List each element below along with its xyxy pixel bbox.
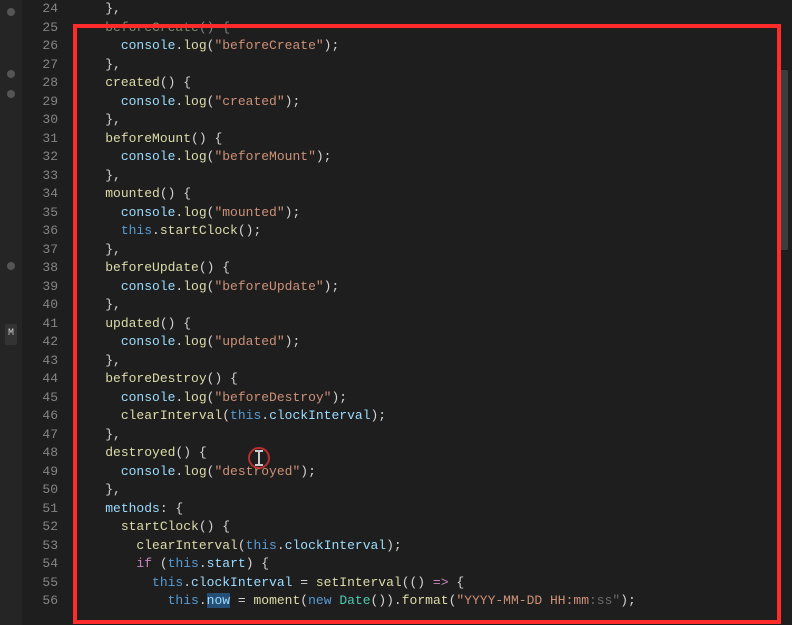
line-number: 24 xyxy=(22,0,58,19)
code-line[interactable]: console.log("beforeDestroy"); xyxy=(74,389,792,408)
code-line[interactable]: beforeUpdate() { xyxy=(74,259,792,278)
code-line[interactable]: this.startClock(); xyxy=(74,222,792,241)
line-number: 56 xyxy=(22,592,58,611)
code-line[interactable]: created() { xyxy=(74,74,792,93)
line-number: 55 xyxy=(22,574,58,593)
code-line[interactable]: console.log("updated"); xyxy=(74,333,792,352)
line-number: 36 xyxy=(22,222,58,241)
code-line[interactable]: console.log("mounted"); xyxy=(74,204,792,223)
code-line[interactable]: this.clockInterval = setInterval(() => { xyxy=(74,574,792,593)
line-number: 41 xyxy=(22,315,58,334)
line-number: 32 xyxy=(22,148,58,167)
code-line[interactable]: console.log("destroyed"); xyxy=(74,463,792,482)
line-number: 48 xyxy=(22,444,58,463)
line-number: 44 xyxy=(22,370,58,389)
line-number: 47 xyxy=(22,426,58,445)
code-line[interactable]: }, xyxy=(74,241,792,260)
line-number: 46 xyxy=(22,407,58,426)
line-number: 34 xyxy=(22,185,58,204)
line-number: 37 xyxy=(22,241,58,260)
line-number: 52 xyxy=(22,518,58,537)
code-editor[interactable]: 2425262728293031323334353637383940414243… xyxy=(22,0,792,625)
code-line[interactable]: console.log("beforeCreate"); xyxy=(74,37,792,56)
code-line[interactable]: methods: { xyxy=(74,500,792,519)
code-line[interactable]: console.log("beforeUpdate"); xyxy=(74,278,792,297)
code-line[interactable]: }, xyxy=(74,426,792,445)
code-line[interactable]: console.log("created"); xyxy=(74,93,792,112)
line-number: 35 xyxy=(22,204,58,223)
line-number: 54 xyxy=(22,555,58,574)
code-line[interactable]: }, xyxy=(74,56,792,75)
code-line[interactable]: console.log("beforeMount"); xyxy=(74,148,792,167)
activity-dot-3[interactable] xyxy=(7,90,15,98)
code-line[interactable]: updated() { xyxy=(74,315,792,334)
code-line[interactable]: clearInterval(this.clockInterval); xyxy=(74,407,792,426)
activity-dot-2[interactable] xyxy=(7,70,15,78)
activity-badge[interactable]: M xyxy=(5,324,17,345)
scrollbar-thumb[interactable] xyxy=(778,70,788,250)
code-line[interactable]: }, xyxy=(74,481,792,500)
code-line[interactable]: }, xyxy=(74,167,792,186)
line-number-gutter: 2425262728293031323334353637383940414243… xyxy=(22,0,74,625)
activity-dot-4[interactable] xyxy=(7,262,15,270)
line-number: 49 xyxy=(22,463,58,482)
code-line[interactable]: beforeDestroy() { xyxy=(74,370,792,389)
code-line[interactable]: this.now = moment(new Date()).format("YY… xyxy=(74,592,792,611)
code-line[interactable]: }, xyxy=(74,0,792,19)
line-number: 28 xyxy=(22,74,58,93)
line-number: 29 xyxy=(22,93,58,112)
code-line[interactable]: destroyed() { xyxy=(74,444,792,463)
line-number: 50 xyxy=(22,481,58,500)
code-line[interactable]: }, xyxy=(74,111,792,130)
line-number: 27 xyxy=(22,56,58,75)
code-line[interactable]: mounted() { xyxy=(74,185,792,204)
line-number: 51 xyxy=(22,500,58,519)
code-line[interactable]: beforeCreate() { xyxy=(74,19,792,38)
line-number: 38 xyxy=(22,259,58,278)
line-number: 45 xyxy=(22,389,58,408)
code-line[interactable]: }, xyxy=(74,296,792,315)
code-area[interactable]: }, beforeCreate() { console.log("beforeC… xyxy=(74,0,792,625)
line-number: 43 xyxy=(22,352,58,371)
code-line[interactable]: clearInterval(this.clockInterval); xyxy=(74,537,792,556)
line-number: 53 xyxy=(22,537,58,556)
line-number: 39 xyxy=(22,278,58,297)
line-number: 33 xyxy=(22,167,58,186)
line-number: 40 xyxy=(22,296,58,315)
line-number: 31 xyxy=(22,130,58,149)
line-number: 26 xyxy=(22,37,58,56)
code-line[interactable]: if (this.start) { xyxy=(74,555,792,574)
code-line[interactable]: }, xyxy=(74,352,792,371)
activity-dot-1[interactable] xyxy=(7,8,15,16)
line-number: 30 xyxy=(22,111,58,130)
code-line[interactable]: startClock() { xyxy=(74,518,792,537)
line-number: 25 xyxy=(22,19,58,38)
code-line[interactable]: beforeMount() { xyxy=(74,130,792,149)
activity-bar: M xyxy=(0,0,22,625)
editor-wrap: M 24252627282930313233343536373839404142… xyxy=(0,0,792,625)
line-number: 42 xyxy=(22,333,58,352)
